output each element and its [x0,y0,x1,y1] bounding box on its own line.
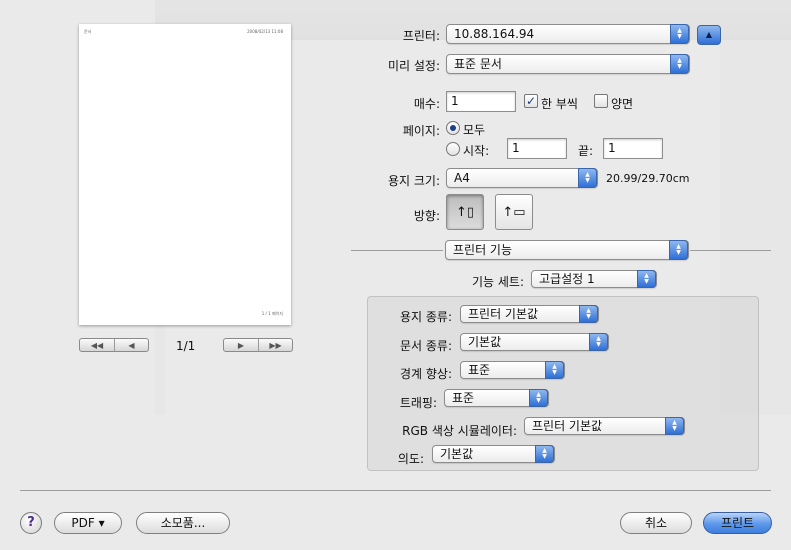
copies-label: 매수: [413,97,440,111]
popup-arrows-icon: ▲ ▼ [579,305,598,323]
prev-page-button[interactable]: ◀ [114,339,148,351]
feature-set-popup[interactable]: 고급설정 1 ▲ ▼ [531,270,657,288]
pages-from-label: 시작: [463,144,490,158]
popup-arrows-icon: ▲ ▼ [637,270,656,288]
page-preview: 문서 2008/02/13 11:08 1 / 1 페이지 [79,24,291,325]
intent-popup[interactable]: 기본값 ▲ ▼ [432,445,555,463]
paper-size-popup[interactable]: A4 ▲ ▼ [446,168,598,188]
printer-label: 프린터: [402,29,440,43]
collated-checkbox[interactable]: ✓ [524,94,538,108]
popup-arrows-icon: ▲ ▼ [670,54,689,74]
preview-nav-back: ◀◀ ◀ [79,338,149,352]
popup-arrows-icon: ▲ ▼ [669,240,688,260]
trapping-value: 표준 [452,391,475,405]
portrait-button[interactable]: ↑▯ [446,194,484,230]
supplies-button[interactable]: 소모품... [136,512,230,534]
doc-type-label: 문서 종류: [399,339,452,353]
landscape-button[interactable]: ↑▭ [495,194,533,230]
duplex-checkbox[interactable] [594,94,608,108]
popup-arrows-icon: ▲ ▼ [535,445,554,463]
page-indicator: 1/1 [176,339,196,353]
doc-type-popup[interactable]: 기본값 ▲ ▼ [460,333,609,351]
popup-arrows-icon: ▲ ▼ [529,389,548,407]
pages-all-label: 모두 [463,123,486,137]
bottom-divider [20,490,771,491]
popup-arrows-icon: ▲ ▼ [545,361,564,379]
popup-arrows-icon: ▲ ▼ [665,417,684,435]
copies-field[interactable]: 1 [446,91,516,112]
pages-to-field[interactable]: 1 [603,138,663,159]
duplex-label: 양면 [611,97,634,111]
pdf-button[interactable]: PDF ▾ [54,512,122,534]
rgb-value: 프린터 기본값 [532,419,603,433]
next-page-button[interactable]: ▶ [224,339,258,351]
pages-from-field[interactable]: 1 [507,138,567,159]
paper-type-value: 프린터 기본값 [468,307,539,321]
edge-value: 표준 [468,363,491,377]
preview-header-left: 문서 [84,29,92,34]
popup-arrows-icon: ▲ ▼ [578,168,597,188]
expand-toggle-button[interactable]: ▲ [697,25,721,45]
preview-footer: 1 / 1 페이지 [261,311,283,316]
pages-range-radio[interactable] [446,142,460,156]
pages-to-label: 끝: [578,144,594,158]
trapping-label: 트래핑: [399,396,437,410]
portrait-icon: ↑▯ [455,204,475,220]
last-page-button[interactable]: ▶▶ [258,339,292,351]
intent-label: 의도: [397,452,424,466]
feature-set-label: 기능 세트: [471,275,524,289]
presets-label: 미리 설정: [387,59,440,73]
pages-all-radio[interactable] [446,121,460,135]
printer-popup[interactable]: 10.88.164.94 ▲ ▼ [446,24,690,44]
rgb-popup[interactable]: 프린터 기본값 ▲ ▼ [524,417,685,435]
intent-value: 기본값 [440,447,474,461]
print-button[interactable]: 프린트 [703,512,772,534]
panel-popup[interactable]: 프린터 기능 ▲ ▼ [445,240,689,260]
paper-type-label: 용지 종류: [399,310,452,324]
presets-popup[interactable]: 표준 문서 ▲ ▼ [446,54,690,74]
paper-size-value: A4 [454,171,470,185]
paper-dims: 20.99/29.70cm [606,172,690,185]
doc-type-value: 기본값 [468,335,502,349]
preview-nav-forward: ▶ ▶▶ [223,338,293,352]
paper-size-label: 용지 크기: [387,174,440,188]
help-button[interactable]: ? [20,512,42,534]
preview-header-right: 2008/02/13 11:08 [247,29,283,34]
cancel-button[interactable]: 취소 [620,512,692,534]
popup-arrows-icon: ▲ ▼ [589,333,608,351]
popup-arrows-icon: ▲ ▼ [670,24,689,44]
edge-label: 경계 향상: [399,367,452,381]
feature-set-value: 고급설정 1 [539,272,595,286]
rgb-label: RGB 색상 시뮬레이터: [402,424,517,438]
first-page-button[interactable]: ◀◀ [80,339,114,351]
landscape-icon: ↑▭ [502,204,526,220]
divider-right [690,250,771,251]
paper-type-popup[interactable]: 프린터 기본값 ▲ ▼ [460,305,599,323]
edge-popup[interactable]: 표준 ▲ ▼ [460,361,565,379]
trapping-popup[interactable]: 표준 ▲ ▼ [444,389,549,407]
printer-value: 10.88.164.94 [454,27,535,41]
orientation-label: 방향: [413,209,440,223]
collated-label: 한 부씩 [541,97,578,111]
panel-value: 프린터 기능 [453,243,513,257]
divider-left [351,250,443,251]
presets-value: 표준 문서 [454,57,502,71]
pages-label: 페이지: [402,124,440,138]
